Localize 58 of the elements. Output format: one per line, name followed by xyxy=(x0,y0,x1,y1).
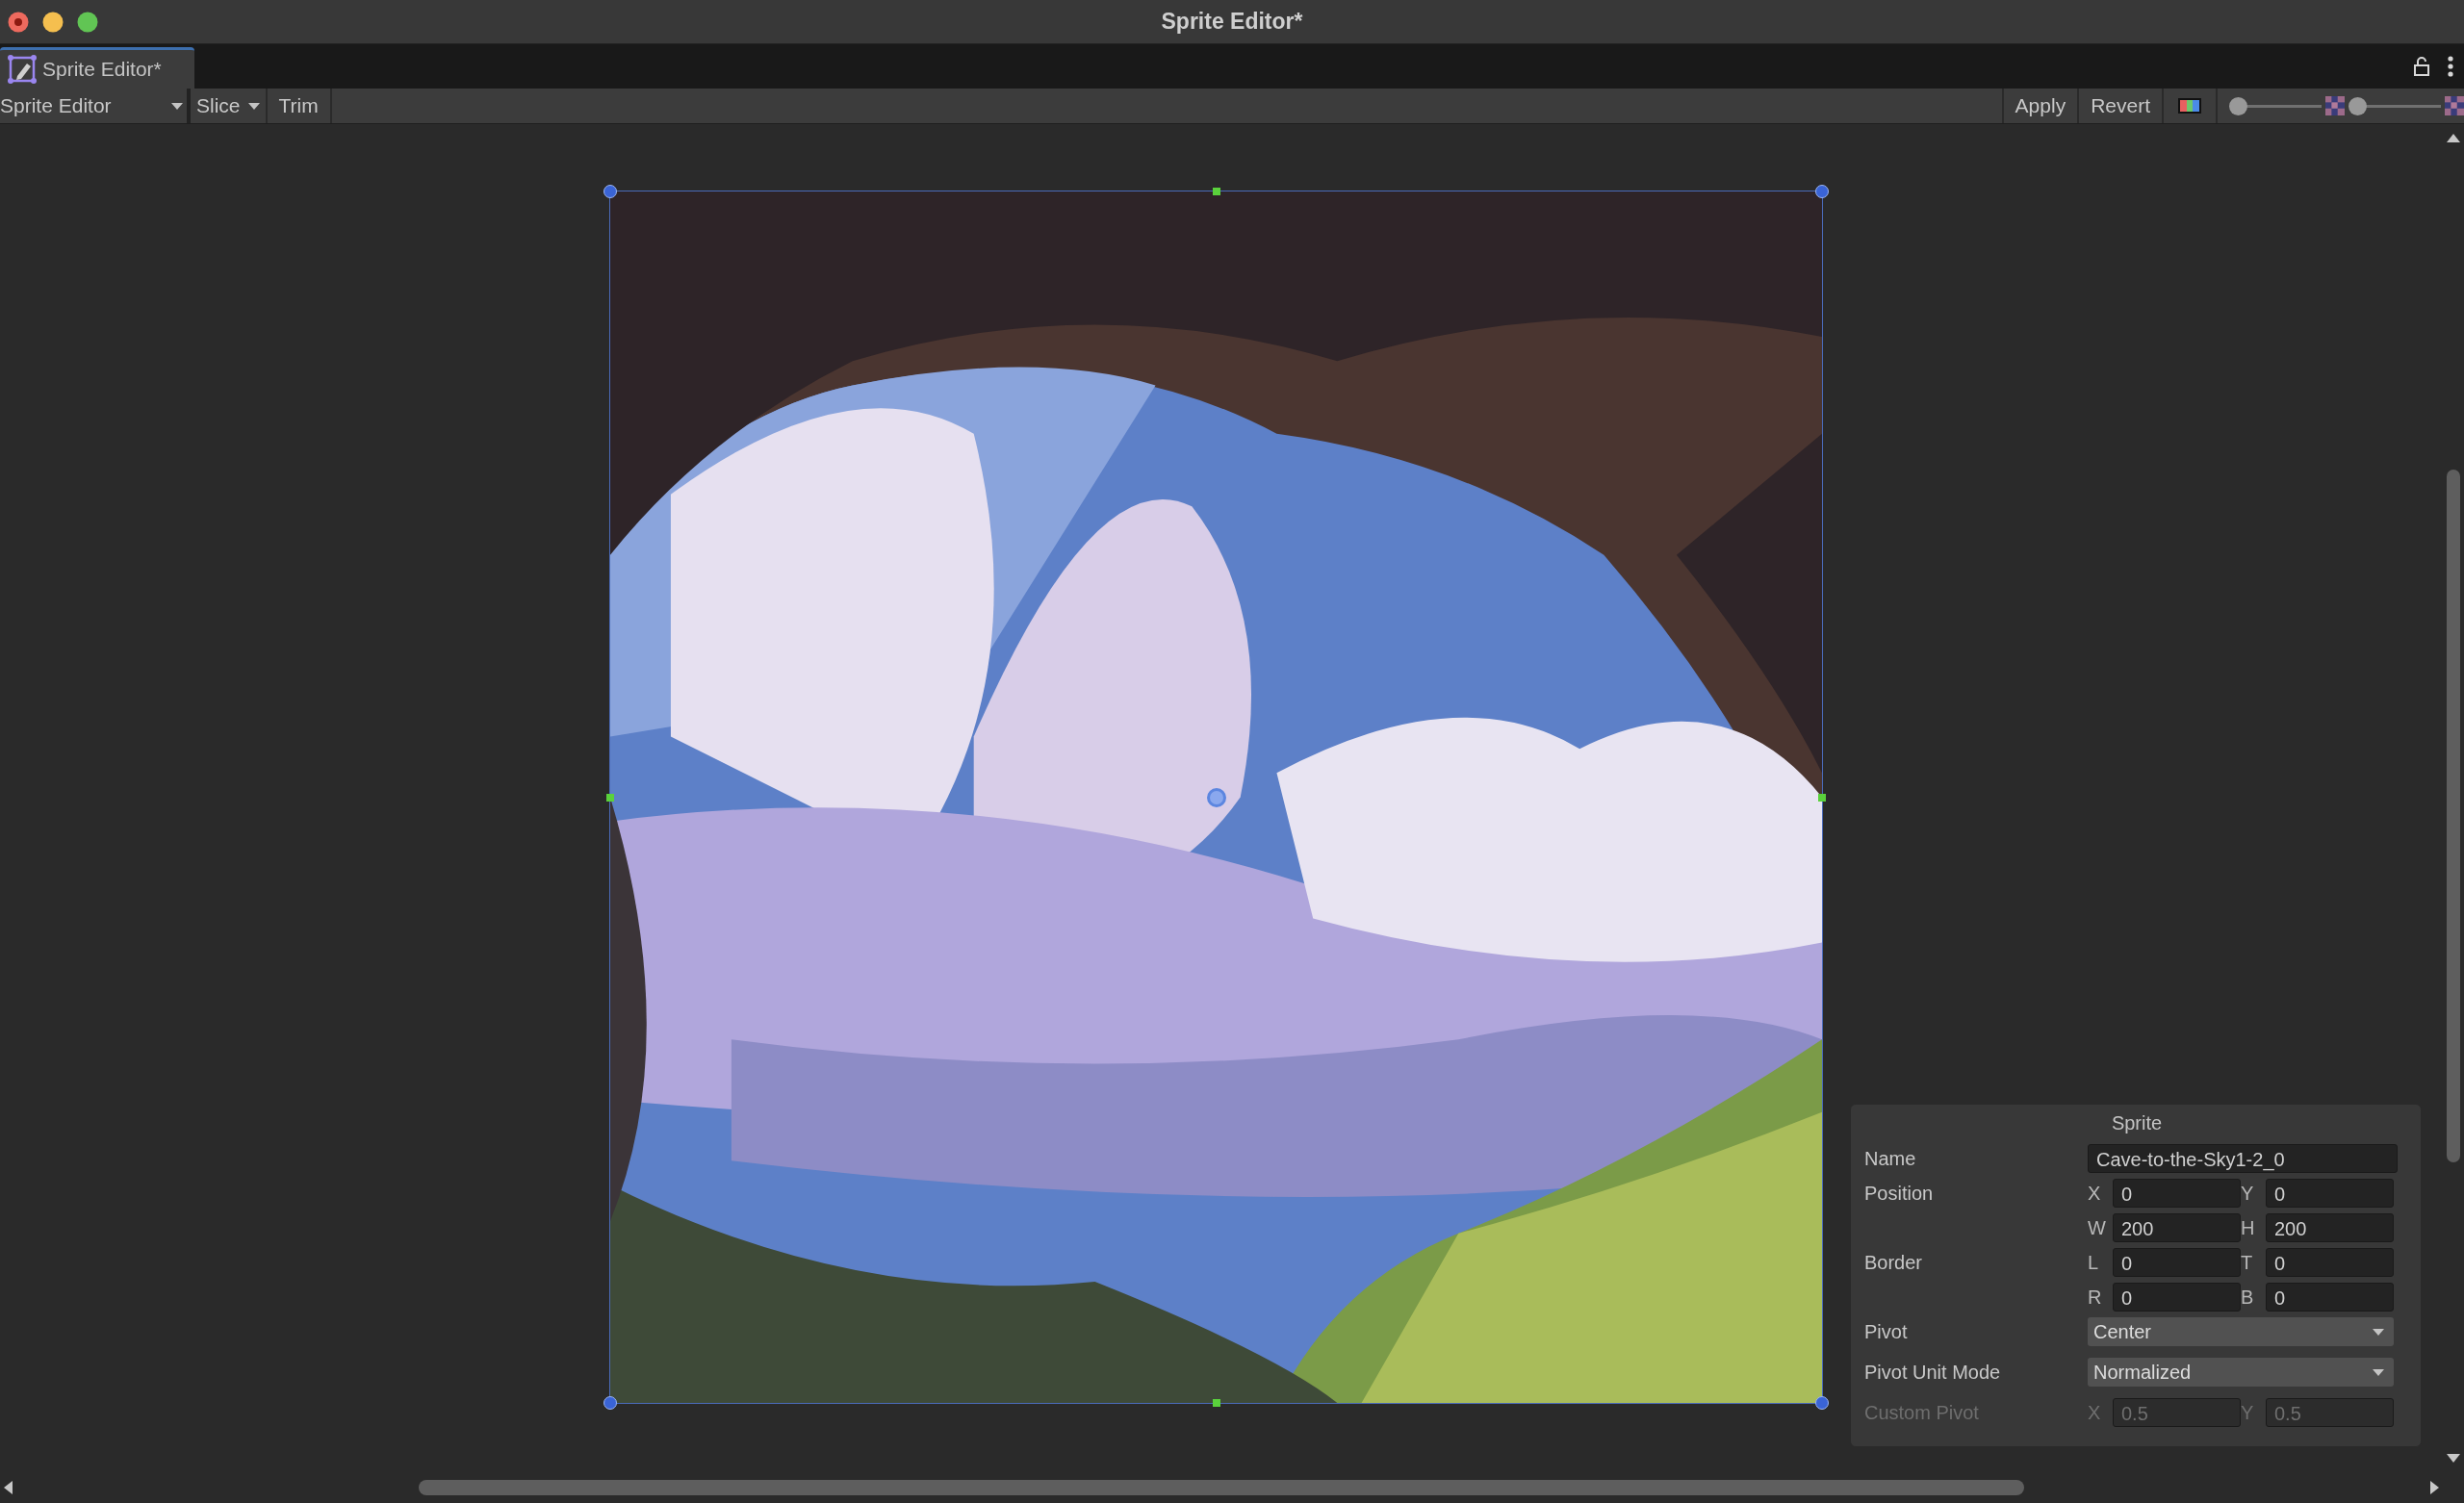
caret-icon xyxy=(171,102,183,110)
resize-handle[interactable] xyxy=(603,1396,617,1410)
axis-label: B xyxy=(2241,1286,2255,1309)
field-label: Position xyxy=(1864,1182,1935,1206)
lock-icon[interactable] xyxy=(2414,57,2429,76)
checker-icon xyxy=(2445,96,2464,115)
number-field: 0.5 xyxy=(2113,1398,2241,1427)
resize-handle[interactable] xyxy=(1815,185,1829,198)
scroll-left-icon[interactable] xyxy=(4,1481,13,1494)
caret-icon xyxy=(2373,1368,2384,1376)
pivot-dropdown[interactable]: Normalized xyxy=(2088,1358,2394,1387)
color-channels-icon xyxy=(2177,97,2202,115)
axis-label: X xyxy=(2088,1182,2102,1205)
number-field: 0.5 xyxy=(2266,1398,2394,1427)
window-title: Sprite Editor* xyxy=(1161,9,1303,35)
caret-icon xyxy=(247,102,260,110)
number-field[interactable]: 0 xyxy=(2266,1283,2394,1312)
axis-label: L xyxy=(2088,1251,2100,1274)
resize-handle[interactable] xyxy=(603,185,617,198)
number-field[interactable]: 0 xyxy=(2113,1248,2241,1277)
checker-icon xyxy=(2325,96,2345,115)
editor-tab[interactable]: Sprite Editor* xyxy=(0,47,194,89)
resize-handle[interactable] xyxy=(1212,188,1220,195)
scroll-up-icon[interactable] xyxy=(2447,134,2460,142)
panel-title: Sprite xyxy=(2111,1112,2163,1134)
scrollbar-thumb[interactable] xyxy=(419,1480,2024,1495)
mip-slider-thumb[interactable] xyxy=(2348,96,2367,115)
name-field[interactable]: Cave-to-the-Sky1-2_0 xyxy=(2088,1144,2398,1173)
resize-handle[interactable] xyxy=(1212,1399,1220,1407)
field-label: Pivot Unit Mode xyxy=(1864,1361,2002,1385)
number-field[interactable]: 0 xyxy=(2113,1179,2241,1208)
resize-handle[interactable] xyxy=(1815,1396,1829,1410)
maximize-button[interactable] xyxy=(77,11,98,33)
field-label: Name xyxy=(1864,1147,1917,1171)
field-label: Pivot xyxy=(1864,1320,1909,1344)
scrollbar-thumb[interactable] xyxy=(2447,470,2460,1162)
number-field[interactable]: 200 xyxy=(2113,1213,2241,1242)
scroll-right-icon[interactable] xyxy=(2430,1481,2439,1494)
resize-handle[interactable] xyxy=(606,793,614,802)
number-field[interactable]: 0 xyxy=(2266,1179,2394,1208)
number-field[interactable]: 0 xyxy=(2113,1283,2241,1312)
scroll-down-icon[interactable] xyxy=(2447,1454,2460,1463)
axis-label: W xyxy=(2088,1216,2107,1239)
more-icon[interactable] xyxy=(2447,56,2454,77)
number-field[interactable]: 0 xyxy=(2266,1248,2394,1277)
axis-label: H xyxy=(2241,1216,2256,1239)
axis-label: R xyxy=(2088,1286,2103,1309)
resize-handle[interactable] xyxy=(1818,793,1826,802)
number-field[interactable]: 200 xyxy=(2266,1213,2394,1242)
pivot-dropdown[interactable]: Center xyxy=(2088,1317,2394,1346)
axis-label: Y xyxy=(2241,1182,2255,1205)
zoom-slider-thumb[interactable] xyxy=(2229,96,2247,115)
field-label: Border xyxy=(1864,1251,1924,1275)
caret-icon xyxy=(2373,1328,2384,1336)
sprite-editor-icon xyxy=(8,55,37,84)
minimize-button[interactable] xyxy=(42,11,64,33)
axis-label: T xyxy=(2241,1251,2254,1274)
close-button[interactable] xyxy=(8,11,29,33)
